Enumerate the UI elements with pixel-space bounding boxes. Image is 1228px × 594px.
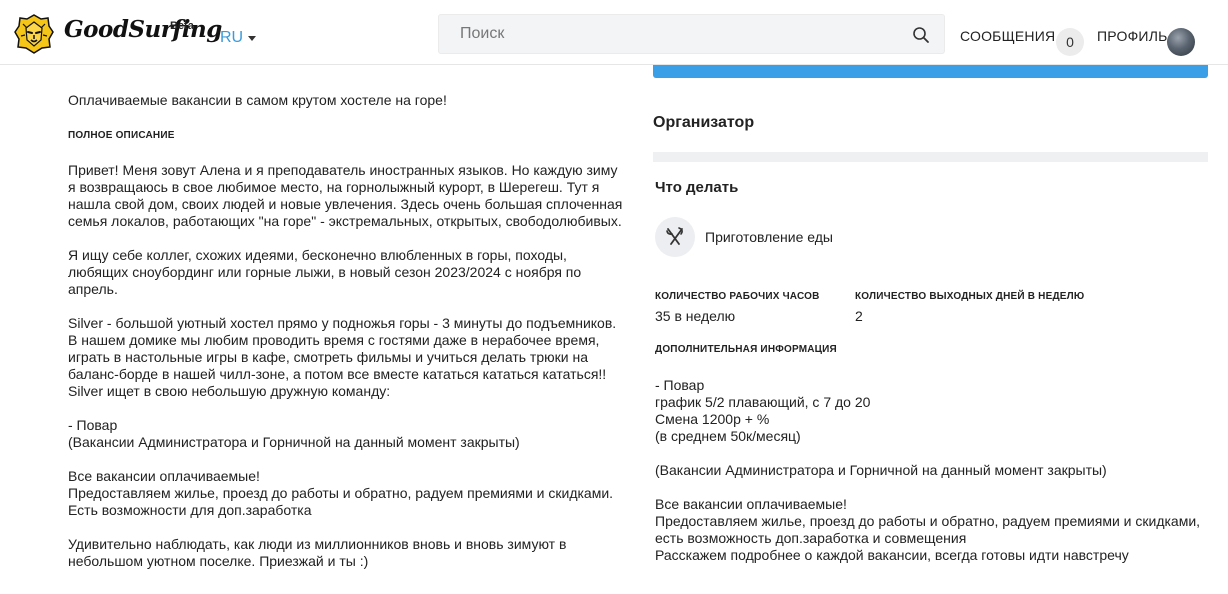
section-divider: [653, 152, 1208, 162]
profile-link[interactable]: ПРОФИЛЬ: [1097, 28, 1167, 44]
search-input[interactable]: [439, 15, 899, 53]
extra-info-text: - Повар график 5/2 плавающий, с 7 до 20 …: [655, 377, 1201, 563]
working-hours-label: КОЛИЧЕСТВО РАБОЧИХ ЧАСОВ: [655, 291, 820, 302]
full-description: Привет! Меня зовут Алена и я преподавате…: [68, 162, 623, 569]
extra-info-label: ДОПОЛНИТЕЛЬНАЯ ИНФОРМАЦИЯ: [655, 344, 837, 355]
avatar[interactable]: [1167, 28, 1195, 56]
caret-down-icon: [248, 36, 257, 41]
days-off-label: КОЛИЧЕСТВО ВЫХОДНЫХ ДНЕЙ В НЕДЕЛЮ: [855, 291, 1085, 302]
working-hours-value: 35 в неделю: [655, 308, 736, 324]
top-header: GoodSurfing Beta RU СООБЩЕНИЯ 0 ПРОФИЛЬ: [0, 0, 1228, 65]
beta-badge: Beta: [170, 20, 194, 32]
organizer-title: Организатор: [653, 114, 755, 131]
task-icon-circle: [655, 217, 695, 257]
logo-text: GoodSurfing: [64, 16, 222, 43]
search-icon[interactable]: [912, 26, 930, 44]
fork-knife-icon: [666, 227, 683, 245]
messages-link[interactable]: СООБЩЕНИЯ: [960, 28, 1055, 44]
days-off-value: 2: [855, 308, 863, 324]
task-label: Приготовление еды: [705, 229, 833, 245]
language-label: RU: [220, 29, 244, 46]
logo[interactable]: GoodSurfing Beta: [14, 14, 222, 54]
language-selector[interactable]: RU: [220, 29, 257, 47]
todo-title: Что делать: [655, 179, 739, 196]
lion-logo-icon: [14, 14, 54, 54]
search-bar: [438, 14, 945, 54]
action-button[interactable]: [653, 65, 1208, 78]
short-description: Оплачиваемые вакансии в самом крутом хос…: [68, 92, 447, 108]
full-description-label: ПОЛНОЕ ОПИСАНИЕ: [68, 130, 175, 141]
messages-count-badge[interactable]: 0: [1056, 28, 1084, 56]
